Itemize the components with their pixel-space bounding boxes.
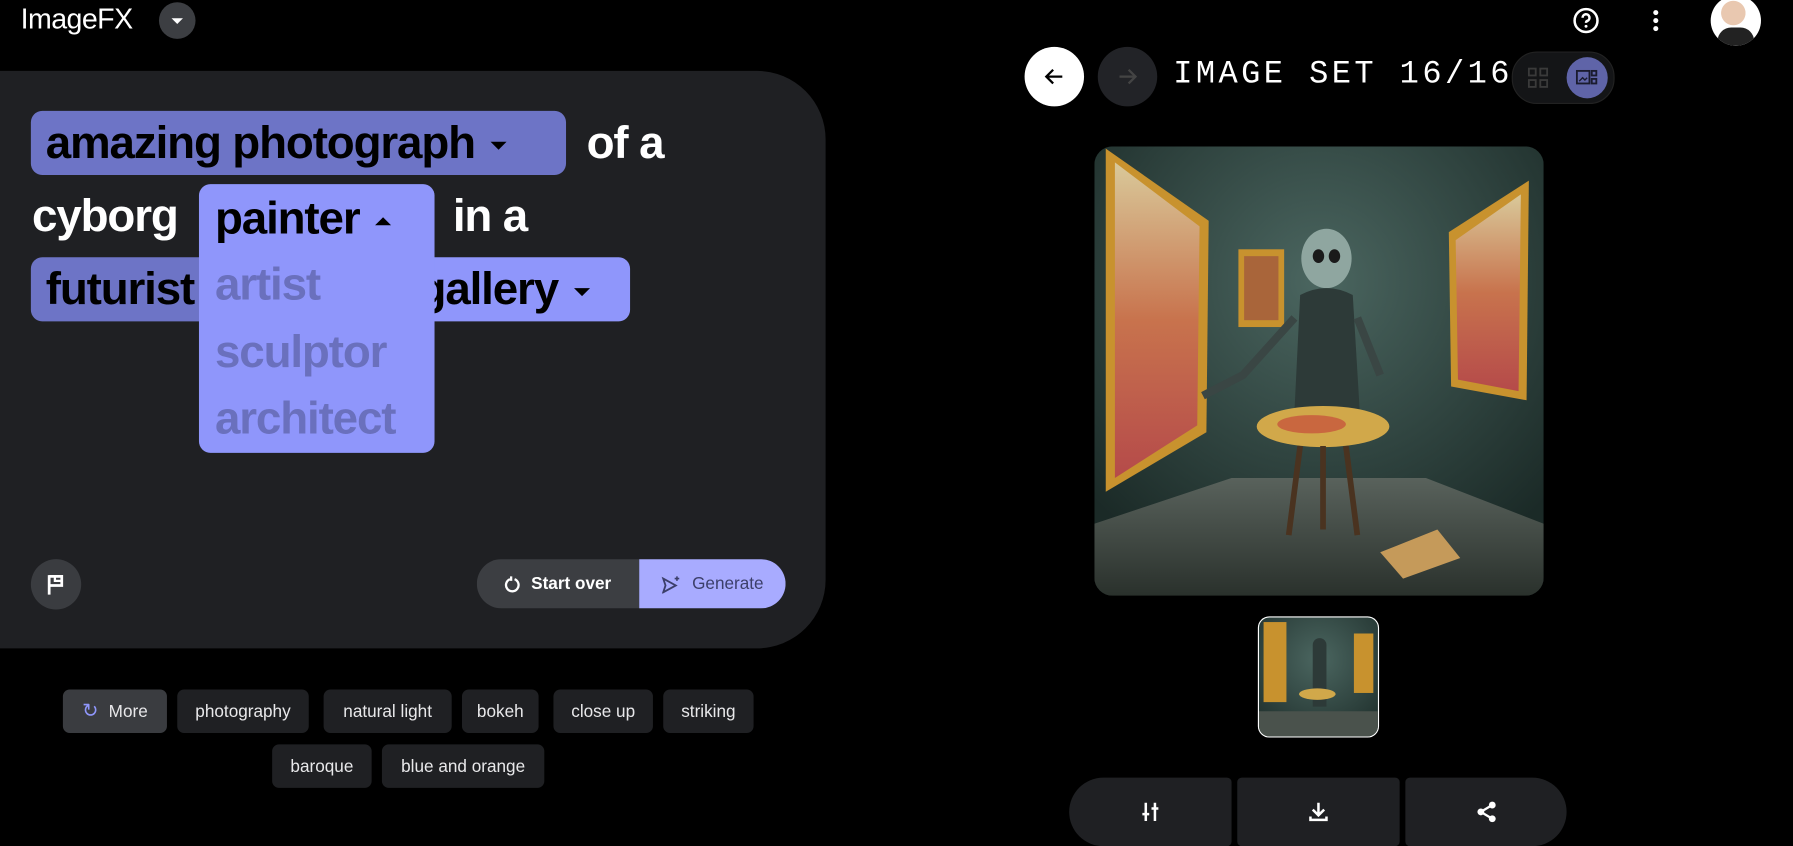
share-icon xyxy=(1476,801,1496,823)
refresh-icon xyxy=(505,575,521,592)
prompt-chip-style[interactable]: amazing photograph xyxy=(30,110,567,175)
dropdown-option[interactable]: sculptor xyxy=(215,320,387,384)
chevron-down-icon xyxy=(574,288,591,297)
painter-dropdown[interactable]: painter artist sculptor architect xyxy=(198,184,435,453)
generated-image[interactable] xyxy=(1094,146,1544,596)
prompt-text: in a xyxy=(452,190,528,242)
dropdown-option[interactable]: architect xyxy=(215,387,397,451)
button-label: More xyxy=(108,701,148,721)
sparkle-send-icon xyxy=(661,575,680,593)
next-set-button[interactable] xyxy=(1097,46,1158,107)
download-icon xyxy=(1309,802,1328,822)
dropdown-selected[interactable]: painter xyxy=(215,186,392,250)
button-label: Start over xyxy=(531,574,612,594)
start-over-button[interactable]: Start over xyxy=(476,559,640,609)
chevron-down-icon xyxy=(171,17,183,24)
more-suggestions-button[interactable]: ↻ More xyxy=(62,689,167,733)
grid-view-button[interactable] xyxy=(1517,57,1558,98)
app-menu-button[interactable] xyxy=(158,2,196,39)
thumbnail-image[interactable] xyxy=(1257,616,1380,738)
flag-icon xyxy=(47,574,64,595)
report-button[interactable] xyxy=(30,559,82,610)
help-circle-icon xyxy=(1573,7,1599,34)
grid-view-icon xyxy=(1527,67,1549,88)
generate-button[interactable]: Generate xyxy=(639,559,786,609)
arrow-left-icon xyxy=(1044,68,1063,85)
share-button[interactable] xyxy=(1405,777,1567,846)
chevron-down-icon xyxy=(490,141,507,150)
suggestion-chip[interactable]: blue and orange xyxy=(381,744,545,788)
suggestion-chip[interactable]: baroque xyxy=(272,744,372,788)
tune-icon xyxy=(1142,802,1159,822)
download-button[interactable] xyxy=(1237,777,1400,846)
more-options-button[interactable] xyxy=(1647,7,1665,34)
suggestion-chip[interactable]: close up xyxy=(553,689,653,733)
edit-button[interactable] xyxy=(1069,777,1232,846)
arrow-right-icon xyxy=(1119,68,1138,85)
previous-set-button[interactable] xyxy=(1024,46,1085,107)
chevron-up-icon xyxy=(375,217,392,226)
view-toggle xyxy=(1511,51,1615,105)
action-pill: Start over Generate xyxy=(476,559,786,609)
suggestion-chip[interactable]: striking xyxy=(663,689,754,733)
chip-label: amazing photograph xyxy=(45,117,476,169)
suggestion-chip[interactable]: natural light xyxy=(323,689,452,733)
dropdown-option[interactable]: artist xyxy=(215,253,321,317)
chip-label: gallery xyxy=(418,264,560,315)
single-view-button[interactable] xyxy=(1566,57,1608,99)
image-set-label: IMAGE SET 16/16 xyxy=(1173,57,1513,93)
app-title: ImageFX xyxy=(20,3,134,36)
suggestion-chip[interactable]: photography xyxy=(177,689,309,733)
avatar[interactable] xyxy=(1710,0,1761,46)
prompt-text: of a xyxy=(586,117,665,169)
chip-label: futurist xyxy=(45,264,196,315)
more-vert-icon xyxy=(1653,10,1659,32)
help-button[interactable] xyxy=(1570,5,1602,37)
single-view-icon xyxy=(1575,69,1598,85)
button-label: Generate xyxy=(692,574,764,594)
suggestion-chip[interactable]: bokeh xyxy=(461,689,539,733)
prompt-text: cyborg xyxy=(32,190,179,242)
refresh-icon: ↻ xyxy=(82,699,99,722)
chip-label: painter xyxy=(214,193,361,244)
